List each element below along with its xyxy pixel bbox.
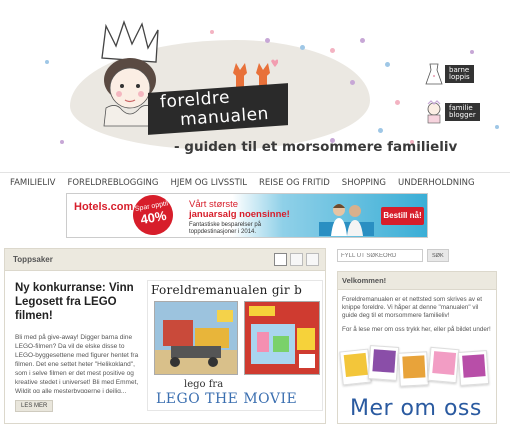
search-button[interactable]: SØK (427, 249, 449, 262)
confetti-dot (60, 140, 64, 144)
confetti-dot (470, 50, 474, 54)
confetti-dot (265, 38, 270, 43)
main-navigation: FAMILIELIV FORELDREBLOGGING HJEM OG LIVS… (0, 172, 510, 192)
post-image-subtitle: lego fra (184, 379, 224, 390)
baby-icon (427, 100, 441, 124)
ad-book-button[interactable]: Bestill nå! (381, 207, 424, 225)
lego-set-box-2 (244, 301, 320, 375)
nav-item-shopping[interactable]: SHOPPING (342, 178, 386, 188)
welcome-link-text[interactable]: For å lese mer om oss trykk her, eller p… (338, 320, 496, 334)
post-image-movie: LEGO THE MOVIE (156, 391, 298, 407)
welcome-text: Foreldremanualen er et nettsted som skri… (342, 296, 482, 319)
ad-headline: Vårt største januarsalg noensinne! (189, 200, 290, 220)
about-us-link[interactable]: Mer om oss (350, 396, 482, 421)
post-image[interactable]: Foreldremanualen gir b lego fra LEGO THE… (147, 280, 323, 411)
author-photo[interactable] (398, 351, 429, 387)
author-photo[interactable] (339, 348, 372, 386)
author-photo[interactable] (367, 345, 400, 381)
post-excerpt: Bli med på give-away! Digger barna dine … (15, 334, 139, 393)
author-photo-image (402, 355, 426, 379)
site-tagline: - guiden til et morsommere familieliv (174, 139, 458, 155)
nav-item-hjem-og-livsstil[interactable]: HJEM OG LIVSSTIL (170, 178, 247, 188)
author-photo[interactable] (457, 350, 490, 386)
lego-set-1-image (155, 302, 237, 374)
confetti-dot (495, 125, 499, 129)
welcome-widget: Velkommen! Foreldremanualen er et nettst… (337, 271, 497, 424)
site-header: foreldre manualen - guiden til et morsom… (0, 0, 510, 172)
author-photo-image (462, 354, 486, 378)
author-photo[interactable] (427, 346, 460, 384)
partner-label: familie blogger (445, 103, 480, 121)
confetti-dot (330, 48, 335, 53)
grid-view-icon[interactable] (274, 253, 287, 266)
author-photo-image (432, 351, 457, 375)
ad-subtext: Fantastiske besparelser på toppdestinasj… (189, 222, 262, 235)
partner-barneloppis[interactable]: barne loppis (424, 62, 474, 86)
authors-photos[interactable] (339, 345, 493, 394)
dress-icon (425, 63, 443, 85)
hotels-ad-banner[interactable]: Hotels.com Spar opptil 40% Vårt største … (66, 193, 428, 238)
read-more-button[interactable]: LES MER (15, 400, 54, 412)
featured-posts: Toppsaker Ny konkurranse: Vinn Legosett … (4, 248, 326, 424)
nav-item-familieliv[interactable]: FAMILIELIV (10, 178, 55, 188)
confetti-dot (395, 100, 400, 105)
confetti-dot (385, 62, 390, 67)
post-image-title: Foreldremanualen gir b (151, 283, 303, 297)
confetti-dot (378, 128, 383, 133)
partner-label: barne loppis (445, 65, 474, 83)
view-switcher (274, 253, 319, 266)
confetti-dot (210, 30, 214, 34)
nav-item-underholdning[interactable]: UNDERHOLDNING (398, 178, 475, 188)
confetti-dot (45, 60, 49, 64)
lego-set-box-1 (154, 301, 238, 375)
author-photo-image (343, 352, 368, 378)
nav-item-foreldreblogging[interactable]: FORELDREBLOGGING (67, 178, 158, 188)
partner-familieblogger[interactable]: familie blogger (424, 100, 480, 124)
author-photo-image (372, 349, 396, 373)
ad-headline-2: januarsalg noensinne! (189, 209, 290, 220)
image-view-icon[interactable] (306, 253, 319, 266)
nav-item-reise-og-fritid[interactable]: REISE OG FRITID (259, 178, 330, 188)
ad-logo: Hotels.com (74, 201, 134, 213)
search-bar: SØK (337, 249, 449, 262)
confetti-dot (350, 80, 355, 85)
confetti-dot (300, 45, 305, 50)
list-view-icon[interactable] (290, 253, 303, 266)
ad-discount-badge: Spar opptil 40% (129, 194, 177, 237)
search-input[interactable] (337, 249, 423, 262)
confetti-dot (360, 38, 365, 43)
welcome-title: Velkommen! (338, 272, 496, 290)
lego-set-2-image (245, 302, 319, 374)
featured-title: Toppsaker (13, 255, 53, 264)
post-title[interactable]: Ny konkurranse: Vinn Legosett fra LEGO f… (15, 281, 140, 323)
ad-couple-photo (319, 204, 374, 236)
